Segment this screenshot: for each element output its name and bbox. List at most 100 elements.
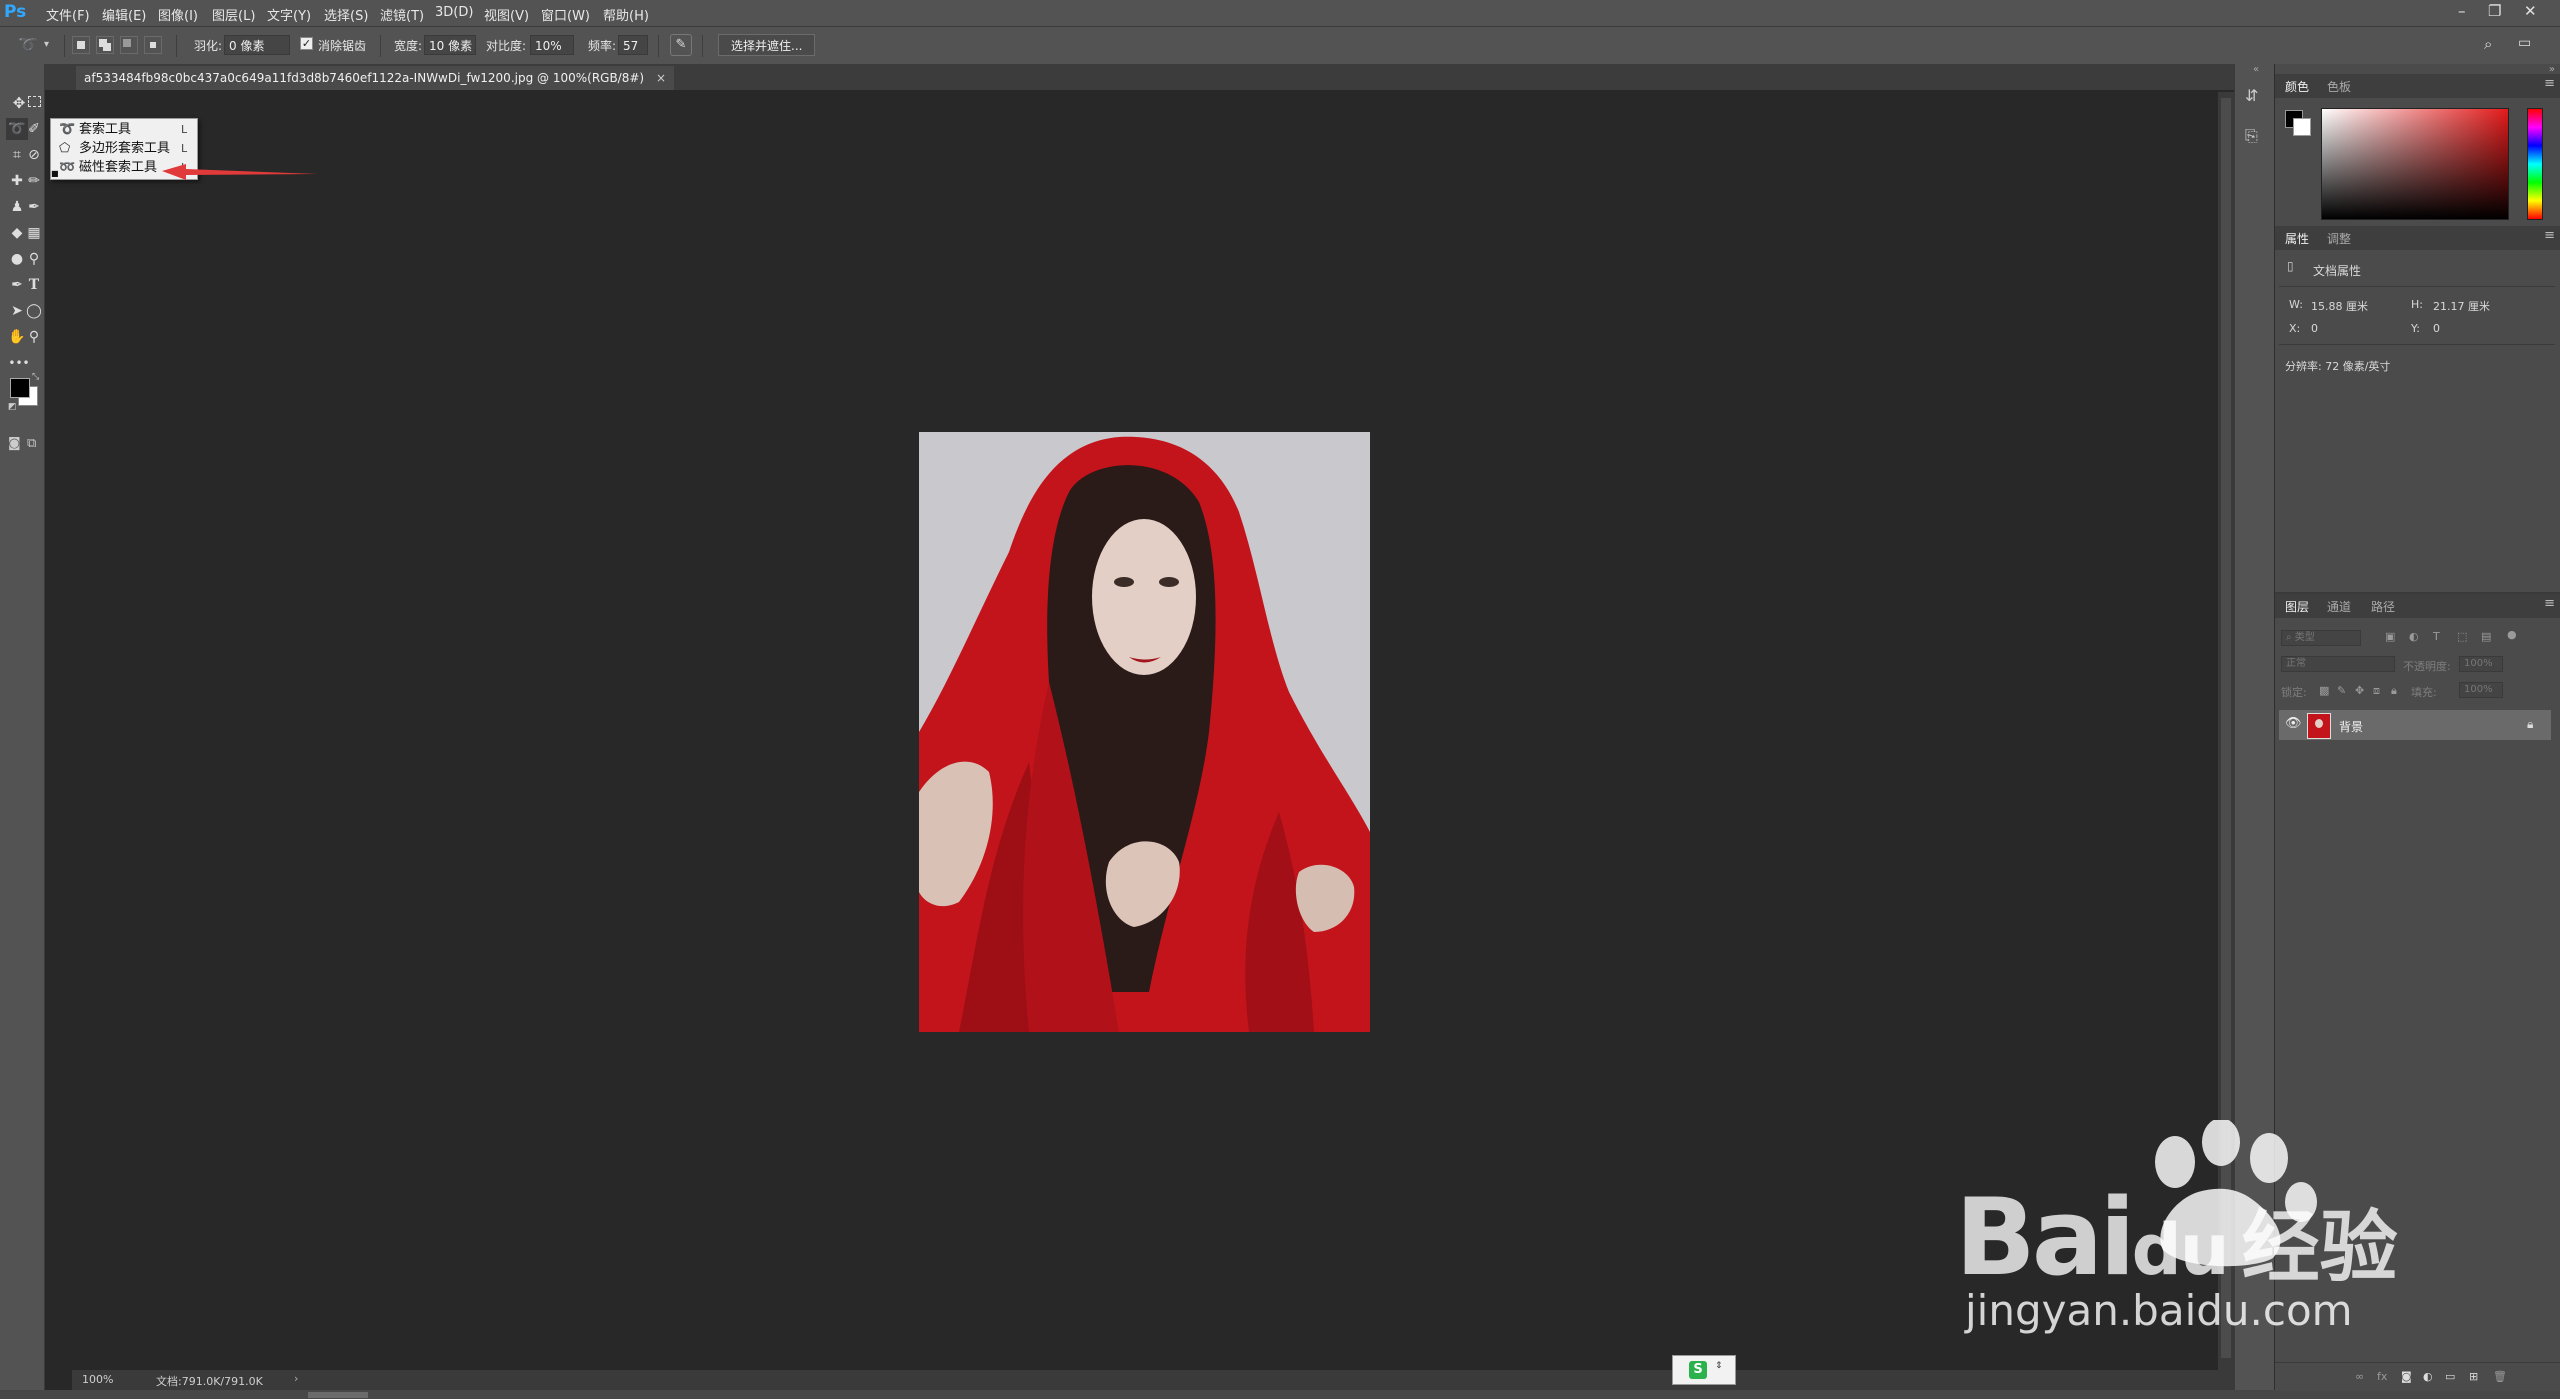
color-field[interactable] (2321, 108, 2509, 220)
new-adjustment-icon[interactable]: ◐ (2423, 1370, 2433, 1383)
tab-paths[interactable]: 路径 (2371, 598, 2395, 615)
subtract-from-selection-icon[interactable] (120, 36, 138, 54)
lock-artboard-icon[interactable]: ⧈ (2373, 684, 2380, 698)
filter-smart-object-icon[interactable]: ▤ (2481, 630, 2491, 643)
layer-style-icon[interactable]: fx (2377, 1370, 2387, 1383)
frequency-input[interactable]: 57 (618, 35, 648, 55)
width-input[interactable]: 10 像素 (424, 35, 476, 55)
screen-mode-icon[interactable]: ⧉ (27, 436, 36, 451)
menu-select[interactable]: 选择(S) (324, 5, 368, 24)
layer-filter-dropdown[interactable]: ⌕ 类型 (2281, 630, 2361, 646)
flyout-item-lasso[interactable]: ➰ 套索工具 L (51, 120, 197, 139)
filter-toggle-icon[interactable]: ● (2507, 628, 2517, 641)
layer-name[interactable]: 背景 (2339, 718, 2363, 735)
select-and-mask-button[interactable]: 选择并遮住... (718, 34, 816, 56)
menu-file[interactable]: 文件(F) (46, 5, 90, 24)
filter-pixel-icon[interactable]: ▣ (2385, 630, 2395, 643)
layer-thumbnail (2307, 713, 2331, 739)
preset-dropdown-icon[interactable]: ▾ (44, 39, 49, 50)
collapse-strip-icon[interactable]: « (2253, 64, 2259, 75)
menu-type[interactable]: 文字(Y) (267, 5, 311, 24)
layers-panel-menu-icon[interactable]: ≡ (2544, 596, 2555, 611)
hue-slider[interactable] (2527, 108, 2543, 220)
ellipse-tool-icon[interactable]: ◯ (25, 300, 43, 322)
type-tool-icon[interactable]: T (25, 274, 43, 296)
new-layer-icon[interactable]: ⊞ (2469, 1370, 2478, 1383)
vertical-scrollbar[interactable] (2218, 92, 2234, 1370)
minimize-button[interactable]: – (2458, 2, 2466, 20)
quick-mask-icon[interactable]: ◙ (8, 436, 21, 451)
y-prop-value[interactable]: 0 (2433, 322, 2440, 335)
history-brush-icon[interactable]: ✒ (25, 196, 43, 218)
menu-view[interactable]: 视图(V) (484, 5, 529, 24)
tab-properties[interactable]: 属性 (2285, 230, 2309, 247)
lock-transparent-icon[interactable]: ▩ (2319, 684, 2329, 697)
dodge-tool-icon[interactable]: ⚲ (25, 248, 43, 270)
eye-icon[interactable]: 👁︎ (2285, 716, 2302, 731)
marquee-tool-icon[interactable] (25, 92, 43, 114)
foreground-color-swatch[interactable] (10, 378, 30, 398)
new-group-icon[interactable]: ▭ (2445, 1370, 2455, 1383)
properties-panel-menu-icon[interactable]: ≡ (2544, 228, 2555, 243)
add-to-selection-icon[interactable] (96, 36, 114, 54)
brush-presets-panel-icon[interactable]: ⎘ (2245, 126, 2258, 146)
width-prop-value[interactable]: 15.88 厘米 (2311, 298, 2368, 314)
status-menu-icon[interactable]: › (294, 1372, 298, 1385)
blend-mode-dropdown[interactable]: 正常 (2281, 656, 2395, 672)
close-button[interactable]: ✕ (2524, 2, 2537, 20)
magnetic-lasso-preset-icon[interactable]: ➰ (18, 35, 38, 54)
menu-image[interactable]: 图像(I) (158, 5, 198, 24)
lock-all-icon[interactable]: 🔒︎ (2391, 684, 2397, 698)
document-tab[interactable]: af533484fb98c0bc437a0c649a11fd3d8b7460ef… (76, 66, 674, 90)
contrast-input[interactable]: 10% (530, 35, 574, 55)
x-prop-value[interactable]: 0 (2311, 322, 2318, 335)
fill-input[interactable]: 100% (2459, 682, 2503, 698)
workspace-icon[interactable]: ▭ (2518, 35, 2531, 51)
menu-filter[interactable]: 滤镜(T) (380, 5, 424, 24)
tab-close-icon[interactable]: × (656, 71, 666, 85)
opacity-input[interactable]: 100% (2459, 656, 2503, 672)
history-panel-icon[interactable]: ⇵ (2245, 86, 2258, 105)
color-panel-menu-icon[interactable]: ≡ (2544, 76, 2555, 91)
flyout-item-polygonal-lasso[interactable]: ⬠ 多边形套索工具 L (51, 139, 197, 158)
tab-layers[interactable]: 图层 (2285, 598, 2309, 615)
menu-window[interactable]: 窗口(W) (541, 5, 590, 24)
layer-row[interactable]: 👁︎ 背景 🔒︎ (2279, 710, 2551, 740)
gradient-tool-icon[interactable]: ▦ (25, 222, 43, 244)
lock-image-icon[interactable]: ✎ (2337, 684, 2346, 697)
document-image[interactable] (919, 432, 1370, 1032)
zoom-level[interactable]: 100% (82, 1373, 113, 1386)
feather-input[interactable]: 0 像素 (224, 35, 290, 55)
height-prop-value[interactable]: 21.17 厘米 (2433, 298, 2490, 314)
menu-help[interactable]: 帮助(H) (603, 5, 649, 24)
menu-3d[interactable]: 3D(D) (435, 5, 473, 20)
brush-tool-icon[interactable]: ✏ (25, 170, 43, 192)
new-selection-icon[interactable] (72, 36, 90, 54)
tab-swatches[interactable]: 色板 (2327, 78, 2351, 95)
filter-adjustment-icon[interactable]: ◐ (2409, 630, 2419, 643)
tab-channels[interactable]: 通道 (2327, 598, 2351, 615)
ime-indicator[interactable]: S ⇕ (1672, 1355, 1736, 1385)
tab-color[interactable]: 颜色 (2285, 78, 2309, 95)
quick-select-tool-icon[interactable]: ✐ (25, 118, 43, 140)
eyedropper-tool-icon[interactable]: ⊘ (25, 144, 43, 166)
menu-layer[interactable]: 图层(L) (212, 5, 255, 24)
restore-button[interactable]: ❐ (2488, 2, 2501, 20)
default-colors-icon[interactable]: ◩ (8, 402, 17, 412)
filter-shape-icon[interactable]: ⬚ (2457, 630, 2467, 643)
filter-type-icon[interactable]: T (2433, 630, 2440, 643)
tab-adjustments[interactable]: 调整 (2327, 230, 2351, 247)
intersect-selection-icon[interactable] (144, 36, 162, 54)
color-bg-swatch[interactable] (2293, 118, 2311, 136)
delete-layer-icon[interactable]: 🗑︎ (2493, 1370, 2507, 1383)
more-tools-icon[interactable]: ••• (8, 352, 30, 374)
antialias-checkbox[interactable]: ✓ (300, 37, 313, 50)
swap-colors-icon[interactable]: ⤡ (32, 372, 39, 382)
menu-edit[interactable]: 编辑(E) (102, 5, 146, 24)
pen-pressure-icon[interactable]: ✎ (670, 34, 692, 56)
add-mask-icon[interactable]: ◙ (2401, 1370, 2412, 1383)
link-layers-icon[interactable]: ∞ (2355, 1370, 2364, 1383)
zoom-tool-icon[interactable]: ⚲ (25, 326, 43, 348)
lock-position-icon[interactable]: ✥ (2355, 684, 2364, 697)
search-icon[interactable]: ⌕ (2484, 35, 2492, 53)
